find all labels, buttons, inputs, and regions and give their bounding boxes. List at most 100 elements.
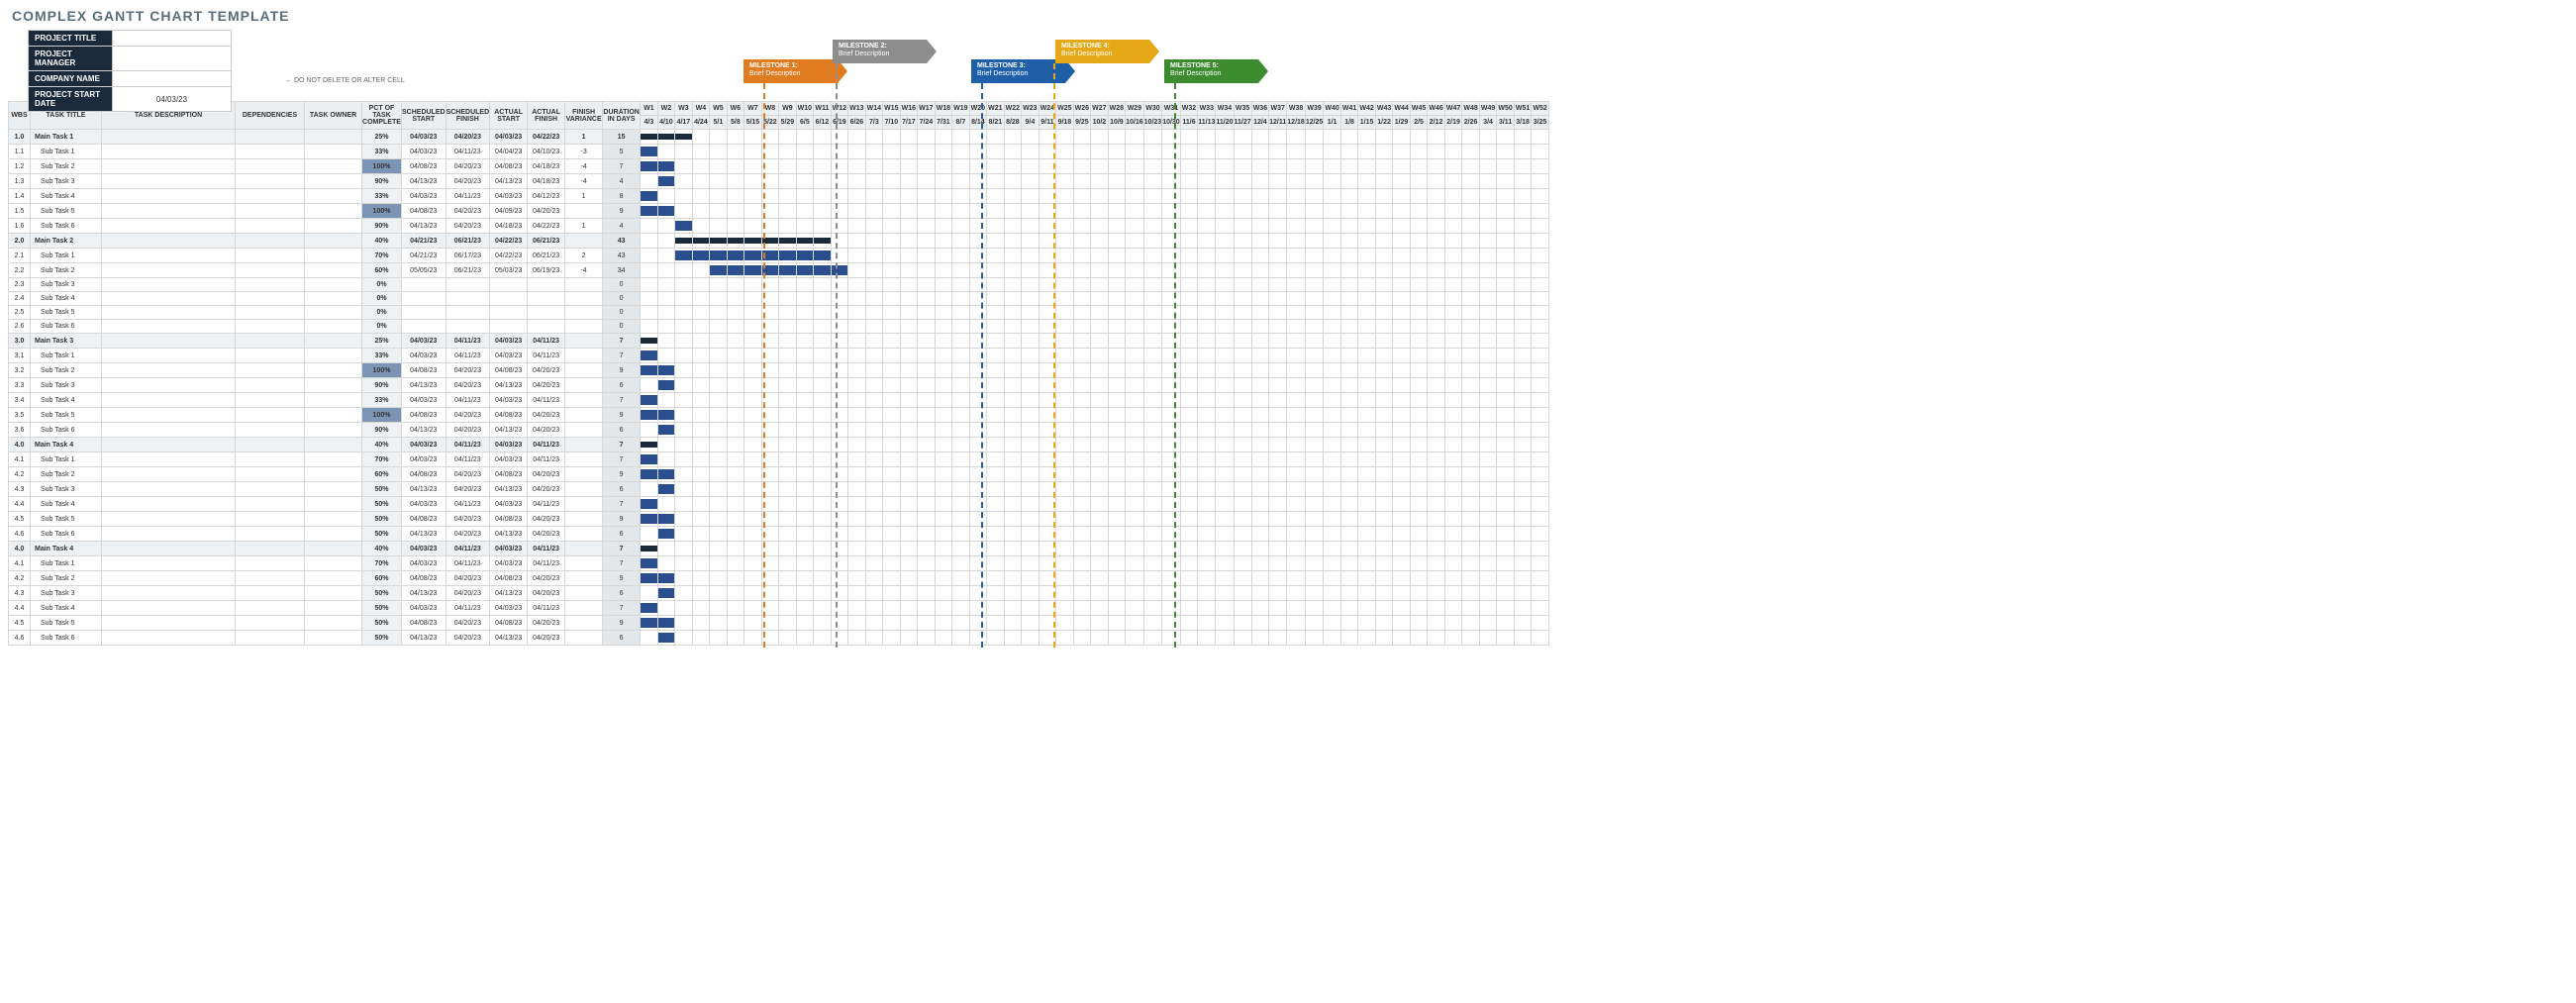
gantt-cell[interactable]	[1393, 204, 1411, 219]
cell-task-title[interactable]: Sub Task 3	[31, 482, 102, 497]
cell-actual-start[interactable]: 04/13/23	[490, 174, 528, 189]
gantt-cell[interactable]	[727, 527, 744, 542]
gantt-cell[interactable]	[1126, 393, 1144, 408]
gantt-cell[interactable]	[865, 219, 883, 234]
gantt-cell[interactable]	[831, 363, 848, 378]
gantt-cell[interactable]	[1479, 408, 1497, 423]
cell-sched-finish[interactable]: 04/20/23	[446, 204, 490, 219]
gantt-cell[interactable]	[1497, 438, 1515, 452]
cell-dependencies[interactable]	[236, 631, 305, 646]
gantt-cell[interactable]	[1004, 408, 1022, 423]
gantt-cell[interactable]	[1497, 393, 1515, 408]
gantt-cell[interactable]	[675, 249, 693, 263]
gantt-cell[interactable]	[1143, 393, 1162, 408]
gantt-cell[interactable]	[1091, 378, 1109, 393]
gantt-cell[interactable]	[641, 616, 658, 631]
gantt-cell[interactable]	[935, 586, 952, 601]
cell-wbs[interactable]: 4.4	[9, 497, 31, 512]
gantt-cell[interactable]	[1287, 189, 1306, 204]
date-header[interactable]: 9/18	[1056, 116, 1074, 130]
gantt-cell[interactable]	[1358, 527, 1376, 542]
date-header[interactable]: 5/1	[710, 116, 728, 130]
gantt-cell[interactable]	[952, 292, 970, 306]
gantt-cell[interactable]	[1358, 586, 1376, 601]
gantt-cell[interactable]	[969, 438, 987, 452]
gantt-cell[interactable]	[865, 467, 883, 482]
gantt-cell[interactable]	[1428, 292, 1445, 306]
gantt-cell[interactable]	[987, 278, 1005, 292]
gantt-cell[interactable]	[1287, 334, 1306, 349]
cell-task-owner[interactable]	[305, 408, 362, 423]
gantt-cell[interactable]	[779, 130, 797, 145]
gantt-cell[interactable]	[1393, 512, 1411, 527]
gantt-cell[interactable]	[1126, 527, 1144, 542]
gantt-cell[interactable]	[1462, 586, 1480, 601]
gantt-cell[interactable]	[641, 482, 658, 497]
gantt-cell[interactable]	[900, 497, 918, 512]
gantt-cell[interactable]	[1198, 159, 1216, 174]
gantt-cell[interactable]	[1216, 601, 1234, 616]
gantt-cell[interactable]	[1216, 306, 1234, 320]
date-header[interactable]: 7/24	[918, 116, 936, 130]
gantt-cell[interactable]	[1073, 542, 1091, 556]
gantt-cell[interactable]	[831, 452, 848, 467]
gantt-cell[interactable]	[1287, 349, 1306, 363]
gantt-cell[interactable]	[1004, 556, 1022, 571]
gantt-cell[interactable]	[779, 408, 797, 423]
cell-task-owner[interactable]	[305, 556, 362, 571]
gantt-cell[interactable]	[1269, 159, 1287, 174]
milestone-flag[interactable]: MILESTONE 3:Brief Description	[971, 59, 1065, 83]
task-row[interactable]: 4.1Sub Task 170%04/03/2304/11/2304/03/23…	[9, 452, 1549, 467]
cell-task-desc[interactable]	[102, 159, 236, 174]
gantt-cell[interactable]	[1444, 349, 1462, 363]
gantt-cell[interactable]	[1410, 408, 1428, 423]
gantt-cell[interactable]	[969, 320, 987, 334]
gantt-cell[interactable]	[1091, 571, 1109, 586]
gantt-cell[interactable]	[1393, 527, 1411, 542]
gantt-cell[interactable]	[1162, 320, 1181, 334]
gantt-cell[interactable]	[1162, 306, 1181, 320]
task-row[interactable]: 4.3Sub Task 350%04/13/2304/20/2304/13/23…	[9, 586, 1549, 601]
gantt-cell[interactable]	[1108, 130, 1126, 145]
gantt-cell[interactable]	[918, 497, 936, 512]
gantt-cell[interactable]	[900, 616, 918, 631]
gantt-cell[interactable]	[1126, 616, 1144, 631]
gantt-cell[interactable]	[1514, 586, 1532, 601]
gantt-cell[interactable]	[952, 452, 970, 467]
gantt-cell[interactable]	[1269, 571, 1287, 586]
gantt-cell[interactable]	[1324, 527, 1341, 542]
cell-finish-variance[interactable]	[565, 497, 603, 512]
gantt-cell[interactable]	[900, 438, 918, 452]
gantt-cell[interactable]	[952, 334, 970, 349]
cell-wbs[interactable]: 4.1	[9, 452, 31, 467]
gantt-cell[interactable]	[1358, 467, 1376, 482]
gantt-cell[interactable]	[1143, 497, 1162, 512]
gantt-cell[interactable]	[1497, 145, 1515, 159]
cell-task-desc[interactable]	[102, 512, 236, 527]
gantt-cell[interactable]	[1162, 631, 1181, 646]
gantt-cell[interactable]	[675, 219, 693, 234]
task-row[interactable]: 1.3Sub Task 390%04/13/2304/20/2304/13/23…	[9, 174, 1549, 189]
cell-wbs[interactable]: 3.4	[9, 393, 31, 408]
gantt-cell[interactable]	[1108, 423, 1126, 438]
gantt-cell[interactable]	[1462, 482, 1480, 497]
gantt-cell[interactable]	[848, 292, 866, 306]
gantt-cell[interactable]	[1358, 571, 1376, 586]
gantt-cell[interactable]	[641, 234, 658, 249]
gantt-cell[interactable]	[814, 320, 832, 334]
gantt-cell[interactable]	[1410, 189, 1428, 204]
gantt-cell[interactable]	[900, 263, 918, 278]
gantt-cell[interactable]	[710, 278, 728, 292]
gantt-cell[interactable]	[744, 249, 762, 263]
cell-task-desc[interactable]	[102, 452, 236, 467]
gantt-cell[interactable]	[1180, 363, 1198, 378]
gantt-cell[interactable]	[1305, 556, 1324, 571]
gantt-cell[interactable]	[1444, 497, 1462, 512]
cell-sched-finish[interactable]	[446, 278, 490, 292]
gantt-cell[interactable]	[1004, 378, 1022, 393]
gantt-cell[interactable]	[1532, 556, 1549, 571]
week-header[interactable]: W27	[1091, 102, 1109, 116]
gantt-cell[interactable]	[1022, 219, 1040, 234]
gantt-cell[interactable]	[814, 174, 832, 189]
gantt-cell[interactable]	[796, 189, 814, 204]
